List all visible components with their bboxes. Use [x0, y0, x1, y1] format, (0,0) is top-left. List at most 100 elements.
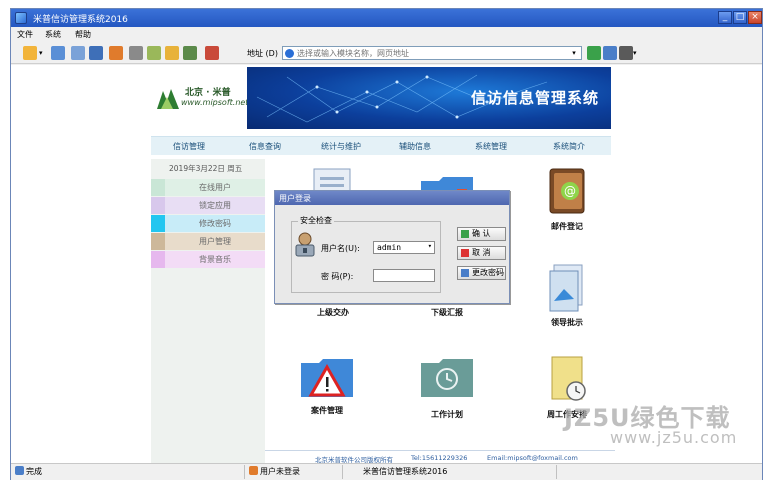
password-label: 密 码(P):: [321, 272, 354, 281]
login-dialog: 用户登录 安全检查 用户名(U): admin ▾ 密 码(P): 确 认 取 …: [274, 190, 510, 304]
app-icon: [15, 12, 27, 24]
lock-icon[interactable]: [165, 46, 179, 60]
print-icon[interactable]: [129, 46, 143, 60]
sidebar-item-user-management[interactable]: 用户管理: [151, 233, 265, 250]
banner: 北京 · 米普 www.mipsoft.net 信访信息管理系统: [151, 67, 611, 129]
nav-info-query[interactable]: 信息查询: [249, 141, 281, 152]
sidebar-item-label: 修改密码: [165, 215, 265, 232]
change-password-label: 更改密码: [472, 268, 504, 277]
status-icon: [15, 466, 24, 475]
change-password-button[interactable]: 更改密码: [457, 266, 506, 280]
color-swatch: [151, 197, 165, 214]
module-label: 工作计划: [431, 410, 463, 419]
window-title: 米普信访管理系统2016: [33, 15, 128, 25]
sidebar-item-label: 锁定应用: [165, 197, 265, 214]
toolbar: ▾ 地址 (D) ▾ ▾: [11, 42, 762, 64]
color-swatch: [151, 251, 165, 268]
key-icon: [461, 269, 469, 277]
nav-auxiliary-info[interactable]: 辅助信息: [399, 141, 431, 152]
cancel-icon: [461, 249, 469, 257]
nav-system-management[interactable]: 系统管理: [475, 141, 507, 152]
module-case-management[interactable]: 案件管理: [287, 353, 367, 423]
sidebar-item-change-password[interactable]: 修改密码: [151, 215, 265, 232]
status-user: 用户未登录: [249, 465, 343, 479]
new-icon[interactable]: [23, 46, 37, 60]
module-label: 案件管理: [311, 406, 343, 415]
logo-company-name: 北京 · 米普: [185, 88, 231, 98]
sidebar-item-label: 在线用户: [165, 179, 265, 196]
grid-icon[interactable]: [71, 46, 85, 60]
company-logo: 北京 · 米普 www.mipsoft.net: [151, 67, 249, 129]
plan-folder-icon: [421, 359, 473, 397]
address-input[interactable]: [297, 48, 567, 59]
folder-icon[interactable]: [89, 46, 103, 60]
status-app-text: 米普信访管理系统2016: [363, 467, 448, 476]
users-icon[interactable]: [183, 46, 197, 60]
confirm-label: 确 认: [472, 229, 491, 238]
watermark: JZ5U绿色下载 www.jz5u.com: [560, 398, 770, 460]
color-swatch: [151, 179, 165, 196]
banner-image: 信访信息管理系统: [247, 67, 611, 129]
refresh-icon[interactable]: [147, 46, 161, 60]
module-mail-registration[interactable]: @ 邮件登记: [527, 165, 607, 235]
address-box[interactable]: [282, 46, 582, 60]
menu-bar: 文件 系统 帮助: [11, 27, 762, 42]
status-bar: 完成 用户未登录 米普信访管理系统2016: [11, 463, 762, 480]
module-leader-instruction[interactable]: 领导批示: [527, 261, 607, 331]
sidebar-item-online-users[interactable]: 在线用户: [151, 179, 265, 196]
module-label: 邮件登记: [551, 222, 583, 231]
nav-system-intro[interactable]: 系统简介: [553, 141, 585, 152]
module-work-plan[interactable]: 工作计划: [407, 353, 487, 423]
status-ready: 完成: [15, 465, 245, 479]
home-icon[interactable]: [109, 46, 123, 60]
main-nav: 信访管理 信息查询 统计与维护 辅助信息 系统管理 系统简介: [151, 136, 611, 155]
sidebar-item-label: 背景音乐: [165, 251, 265, 268]
sidebar-item-background-music[interactable]: 背景音乐: [151, 251, 265, 268]
password-field[interactable]: [373, 269, 435, 282]
footer-tel: Tel:15611229326: [411, 454, 468, 462]
module-label: 领导批示: [551, 318, 583, 327]
close-button[interactable]: ×: [748, 11, 762, 24]
address-dropdown-icon[interactable]: ▾: [569, 46, 579, 60]
more-dropdown-icon[interactable]: ▾: [633, 46, 639, 60]
leader-doc-icon: [549, 264, 583, 312]
go-icon[interactable]: [587, 46, 601, 60]
color-swatch: [151, 233, 165, 250]
sidebar-item-lock-app[interactable]: 锁定应用: [151, 197, 265, 214]
menu-file[interactable]: 文件: [17, 29, 33, 40]
menu-system[interactable]: 系统: [45, 29, 61, 40]
mail-book-icon: @: [549, 168, 585, 214]
current-date: 2019年3月22日 周五: [169, 164, 243, 173]
list-icon[interactable]: [51, 46, 65, 60]
dialog-title: 用户登录: [275, 191, 509, 205]
favorites-icon[interactable]: [603, 46, 617, 60]
minimize-button[interactable]: _: [718, 11, 732, 24]
address-label: 地址 (D): [247, 49, 278, 58]
check-icon: [461, 230, 469, 238]
menu-help[interactable]: 帮助: [75, 29, 91, 40]
warning-folder-icon: [301, 359, 353, 397]
status-user-text: 用户未登录: [260, 467, 300, 476]
confirm-button[interactable]: 确 认: [457, 227, 506, 241]
username-dropdown-icon[interactable]: ▾: [428, 242, 432, 250]
sidebar-item-label: 用户管理: [165, 233, 265, 250]
svg-text:@: @: [564, 184, 576, 198]
exit-icon[interactable]: [205, 46, 219, 60]
status-ready-text: 完成: [26, 467, 42, 476]
tools-icon[interactable]: [619, 46, 633, 60]
module-label: 下级汇报: [431, 308, 463, 317]
cancel-label: 取 消: [472, 248, 491, 257]
username-value: admin: [377, 243, 402, 252]
logo-website: www.mipsoft.net: [181, 98, 249, 107]
maximize-button[interactable]: □: [733, 11, 747, 24]
cancel-button[interactable]: 取 消: [457, 246, 506, 260]
dropdown-icon[interactable]: ▾: [39, 46, 45, 60]
username-label: 用户名(U):: [321, 244, 360, 253]
lock-user-icon: [295, 232, 315, 257]
group-label: 安全检查: [298, 215, 334, 226]
nav-stats-maintenance[interactable]: 统计与维护: [321, 141, 361, 152]
globe-icon: [285, 49, 294, 58]
nav-petition-management[interactable]: 信访管理: [173, 141, 205, 152]
status-app: 米普信访管理系统2016: [347, 465, 557, 479]
username-field[interactable]: admin ▾: [373, 241, 435, 254]
